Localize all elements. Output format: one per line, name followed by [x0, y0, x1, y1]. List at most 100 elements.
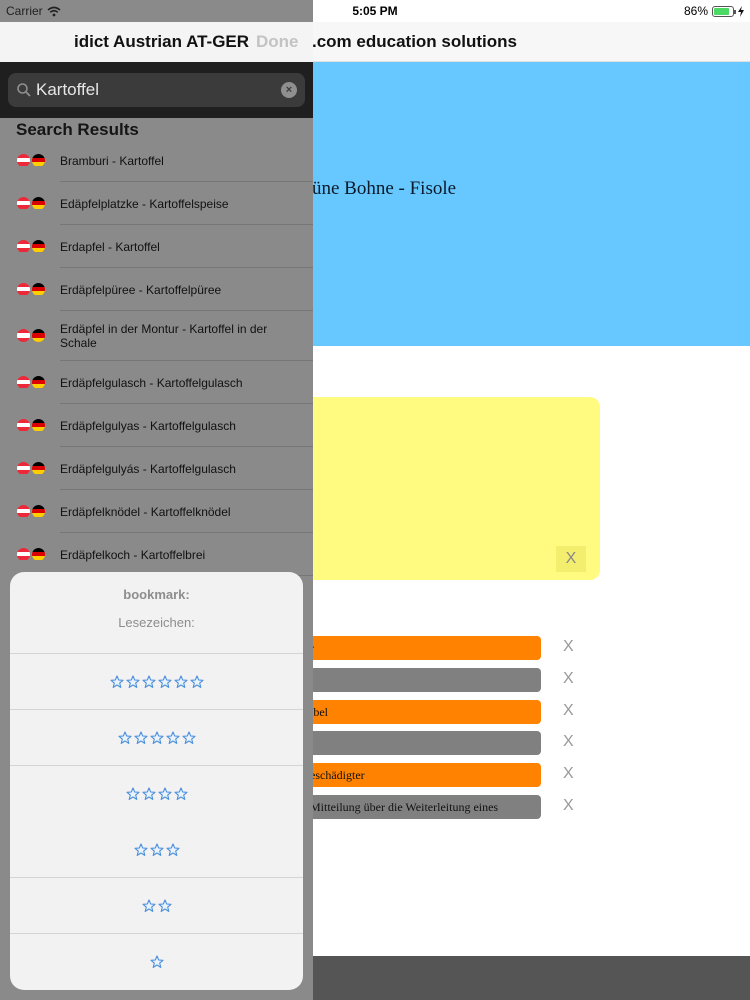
- detail-title: .com education solutions: [312, 32, 517, 51]
- bookmark-option-2-stars[interactable]: [10, 878, 303, 934]
- battery-percent: 86%: [683, 4, 708, 18]
- search-input[interactable]: [36, 77, 276, 103]
- remove-entry-button[interactable]: X: [563, 733, 574, 751]
- result-label: Erdäpfelpüree - Kartoffelpüree: [60, 282, 222, 297]
- flags: [17, 375, 45, 389]
- austria-flag-icon: [17, 418, 30, 432]
- star-icon: [149, 730, 164, 744]
- star-icon: [189, 674, 204, 688]
- status-time: 5:05 PM: [352, 4, 398, 18]
- star-icon: [125, 674, 140, 688]
- flags: [17, 461, 45, 475]
- result-item[interactable]: Erdäpfelkoch - Kartoffelbrei: [0, 533, 313, 576]
- charging-bolt-icon: [738, 5, 744, 17]
- remove-entry-button[interactable]: X: [563, 702, 574, 720]
- germany-flag-icon: [32, 282, 45, 296]
- star-icon: [141, 674, 156, 688]
- star-icon: [157, 787, 172, 800]
- flags: [17, 418, 45, 432]
- result-label: Erdäpfel in der Montur - Kartoffel in de…: [60, 322, 268, 350]
- bookmark-sheet-header: bookmark: Lesezeichen:: [10, 572, 303, 654]
- star-icon: [109, 674, 124, 688]
- result-item[interactable]: Edäpfelplatzke - Kartoffelspeise: [0, 182, 313, 225]
- remove-entry-button[interactable]: X: [563, 797, 574, 815]
- result-item[interactable]: Erdapfel - Kartoffel: [0, 225, 313, 268]
- remove-entry-button[interactable]: X: [563, 765, 574, 783]
- result-item[interactable]: Erdäpfelgulyás - Kartoffelgulasch: [0, 447, 313, 490]
- result-label: Erdäpfelgulyás - Kartoffelgulasch: [60, 461, 236, 476]
- germany-flag-icon: [32, 239, 45, 253]
- star-icon: [149, 842, 164, 856]
- result-item[interactable]: Erdäpfelknödel - Kartoffelknödel: [0, 490, 313, 533]
- result-item[interactable]: Erdäpfel in der Montur - Kartoffel in de…: [0, 311, 313, 361]
- flags: [17, 196, 45, 210]
- remove-entry-button[interactable]: X: [563, 638, 574, 656]
- result-item[interactable]: Bramburi - Kartoffel: [0, 139, 313, 182]
- flags: [17, 282, 45, 296]
- done-button[interactable]: Done: [256, 32, 299, 52]
- germany-flag-icon: [32, 504, 45, 518]
- bookmark-option-1-stars[interactable]: [10, 934, 303, 990]
- germany-flag-icon: [32, 461, 45, 475]
- bookmark-sheet: bookmark: Lesezeichen:: [10, 572, 303, 990]
- star-icon: [141, 787, 156, 800]
- star-icon: [181, 730, 196, 744]
- austria-flag-icon: [17, 504, 30, 518]
- germany-flag-icon: [32, 375, 45, 389]
- austria-flag-icon: [17, 153, 30, 167]
- result-label: Erdapfel - Kartoffel: [60, 239, 160, 254]
- result-list: Bramburi - Kartoffel Edäpfelplatzke - Kar…: [0, 139, 313, 576]
- star-icon: [157, 898, 172, 912]
- germany-flag-icon: [32, 418, 45, 432]
- bookmark-option-4-stars[interactable]: [10, 766, 303, 822]
- results-header: Search Results: [16, 120, 139, 139]
- austria-flag-icon: [17, 329, 30, 342]
- bookmark-title: bookmark:: [123, 587, 190, 602]
- bookmark-option-6-stars[interactable]: [10, 654, 303, 710]
- star-icon: [117, 730, 132, 744]
- star-icon: [165, 730, 180, 744]
- bookmark-options: [10, 654, 303, 990]
- result-label: Erdäpfelgulasch - Kartoffelgulasch: [60, 375, 243, 390]
- germany-flag-icon: [32, 196, 45, 210]
- clear-search-icon[interactable]: ×: [281, 82, 297, 98]
- austria-flag-icon: [17, 239, 30, 253]
- status-bar: Carrier 5:05 PM 86%: [0, 0, 750, 22]
- austria-flag-icon: [17, 282, 30, 296]
- flags: [17, 153, 45, 167]
- result-label: Bramburi - Kartoffel: [60, 153, 164, 168]
- result-item[interactable]: Erdäpfelpüree - Kartoffelpüree: [0, 268, 313, 311]
- result-item[interactable]: Erdäpfelgulyas - Kartoffelgulasch: [0, 404, 313, 447]
- germany-flag-icon: [32, 329, 45, 342]
- flags: [17, 329, 45, 342]
- search-bar: ×: [0, 62, 313, 118]
- star-icon: [173, 674, 188, 688]
- bookmark-subtitle: Lesezeichen:: [118, 615, 195, 630]
- germany-flag-icon: [32, 547, 45, 561]
- remove-entry-button[interactable]: X: [563, 670, 574, 688]
- result-label: Erdäpfelkoch - Kartoffelbrei: [60, 547, 206, 562]
- app-title: idict Austrian AT-GER: [74, 32, 250, 51]
- master-nav-bar: idict Austrian AT-GER Done: [0, 22, 313, 62]
- austria-flag-icon: [17, 461, 30, 475]
- bookmark-option-3-stars[interactable]: [10, 822, 303, 878]
- star-icon: [141, 898, 156, 912]
- austria-flag-icon: [17, 547, 30, 561]
- search-field[interactable]: ×: [8, 73, 305, 107]
- star-icon: [165, 842, 180, 856]
- flags: [17, 547, 45, 561]
- austria-flag-icon: [17, 375, 30, 389]
- word-entry: üne Bohne - Fisole: [312, 178, 457, 199]
- battery-icon: [712, 5, 736, 17]
- flags: [17, 239, 45, 253]
- star-icon: [173, 787, 188, 800]
- flags: [17, 504, 45, 518]
- germany-flag-icon: [32, 153, 45, 167]
- star-icon: [149, 955, 164, 968]
- battery-status: 86%: [684, 4, 744, 18]
- star-icon: [133, 730, 148, 744]
- result-label: Erdäpfelknödel - Kartoffelknödel: [60, 504, 231, 519]
- result-item[interactable]: Erdäpfelgulasch - Kartoffelgulasch: [0, 361, 313, 404]
- bookmark-option-5-stars[interactable]: [10, 710, 303, 766]
- note-close-button[interactable]: X: [556, 546, 586, 572]
